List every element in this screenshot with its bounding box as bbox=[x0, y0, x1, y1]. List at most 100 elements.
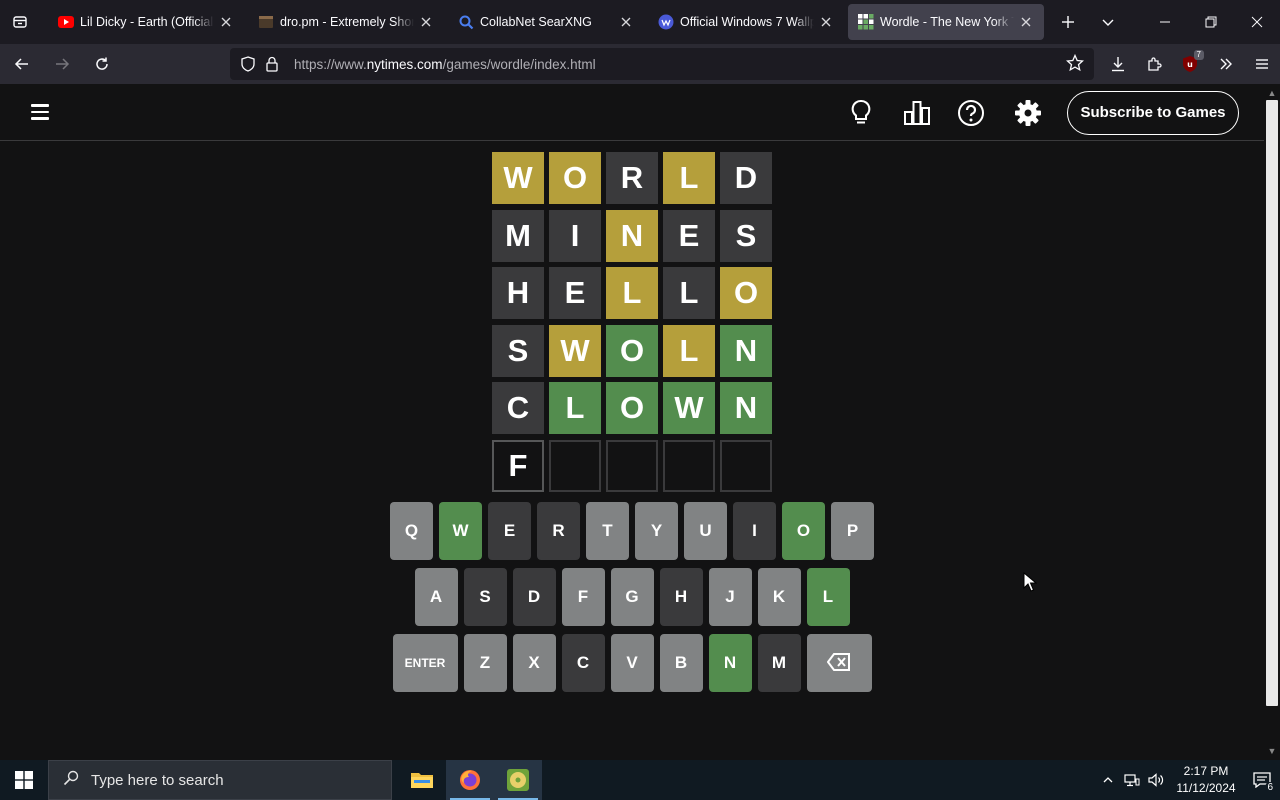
key-p[interactable]: P bbox=[831, 502, 874, 560]
reload-icon[interactable] bbox=[84, 48, 120, 80]
url-bar[interactable]: https://www.nytimes.com/games/wordle/ind… bbox=[230, 48, 1094, 80]
key-i[interactable]: I bbox=[733, 502, 776, 560]
browser-tab[interactable]: dro.pm - Extremely Short URLs bbox=[248, 4, 444, 40]
browser-tab[interactable]: CollabNet SearXNG bbox=[448, 4, 644, 40]
windows-start-icon[interactable] bbox=[0, 760, 48, 800]
browser-nav-bar: https://www.nytimes.com/games/wordle/ind… bbox=[0, 44, 1280, 84]
browser-tab-bar: Lil Dicky - Earth (Official Music Video)… bbox=[0, 0, 1280, 44]
game-board: WORLDMINESHELLOSWOLNCLOWNF bbox=[492, 152, 772, 492]
ublock-shield-icon[interactable]: u 7 bbox=[1172, 48, 1208, 80]
key-y[interactable]: Y bbox=[635, 502, 678, 560]
tab-title: dro.pm - Extremely Short URLs bbox=[280, 15, 414, 29]
key-j[interactable]: J bbox=[708, 568, 752, 626]
key-f[interactable]: F bbox=[561, 568, 605, 626]
scroll-up-arrow-icon[interactable]: ▲ bbox=[1267, 88, 1277, 98]
key-a[interactable]: A bbox=[414, 568, 458, 626]
board-tile: N bbox=[606, 209, 658, 262]
bookmark-star-icon[interactable] bbox=[1065, 53, 1085, 77]
key-l[interactable]: L bbox=[806, 568, 850, 626]
page-scrollbar[interactable]: ▲ ▼ bbox=[1264, 84, 1280, 760]
notification-center-icon[interactable]: 6 bbox=[1244, 760, 1280, 800]
app-menu-icon[interactable] bbox=[1244, 48, 1280, 80]
new-tab-button[interactable] bbox=[1048, 0, 1088, 44]
settings-gear-icon[interactable] bbox=[1010, 96, 1046, 130]
board-tile: L bbox=[549, 382, 601, 435]
browser-tab[interactable]: Wordle - The New York Times bbox=[848, 4, 1044, 40]
hint-lightbulb-icon[interactable] bbox=[843, 96, 879, 130]
key-z[interactable]: Z bbox=[463, 634, 507, 692]
key-o[interactable]: O bbox=[782, 502, 825, 560]
close-tab-icon[interactable] bbox=[618, 14, 634, 30]
key-r[interactable]: R bbox=[537, 502, 580, 560]
key-k[interactable]: K bbox=[757, 568, 801, 626]
taskbar-search-box[interactable]: Type here to search bbox=[48, 760, 392, 800]
backspace-key[interactable] bbox=[806, 634, 872, 692]
lock-icon[interactable] bbox=[262, 54, 282, 74]
board-tile: F bbox=[492, 439, 544, 492]
board-tile: W bbox=[492, 152, 544, 204]
help-question-icon[interactable] bbox=[953, 96, 989, 130]
list-all-tabs-chevron-icon[interactable] bbox=[1088, 0, 1128, 44]
back-arrow-icon[interactable] bbox=[4, 48, 40, 80]
statistics-icon[interactable] bbox=[899, 96, 935, 130]
tab-list-icon[interactable] bbox=[0, 0, 40, 44]
wordle-icon bbox=[858, 14, 874, 30]
key-q[interactable]: Q bbox=[390, 502, 433, 560]
restore-window-icon[interactable] bbox=[1188, 0, 1234, 44]
key-v[interactable]: V bbox=[610, 634, 654, 692]
key-h[interactable]: H bbox=[659, 568, 703, 626]
close-window-icon[interactable] bbox=[1234, 0, 1280, 44]
close-tab-icon[interactable] bbox=[418, 14, 434, 30]
browser-tab[interactable]: Lil Dicky - Earth (Official Music Video) bbox=[48, 4, 244, 40]
media-player-disc-icon[interactable] bbox=[494, 760, 542, 800]
extensions-puzzle-icon[interactable] bbox=[1136, 48, 1172, 80]
key-d[interactable]: D bbox=[512, 568, 556, 626]
board-tile bbox=[720, 439, 772, 492]
key-u[interactable]: U bbox=[684, 502, 727, 560]
more-tools-chevron-icon[interactable] bbox=[1208, 48, 1244, 80]
board-tile: N bbox=[720, 324, 772, 377]
forward-arrow-icon[interactable] bbox=[44, 48, 80, 80]
key-enter[interactable]: ENTER bbox=[392, 634, 458, 692]
scroll-down-arrow-icon[interactable]: ▼ bbox=[1267, 746, 1277, 756]
board-tile: L bbox=[663, 324, 715, 377]
clock-date: 11/12/2024 bbox=[1176, 781, 1236, 795]
close-tab-icon[interactable] bbox=[218, 14, 234, 30]
backspace-icon bbox=[826, 652, 851, 674]
key-s[interactable]: S bbox=[463, 568, 507, 626]
board-tile: N bbox=[720, 382, 772, 435]
minimize-window-icon[interactable] bbox=[1142, 0, 1188, 44]
tab-title: Lil Dicky - Earth (Official Music Video) bbox=[80, 15, 214, 29]
key-b[interactable]: B bbox=[659, 634, 703, 692]
firefox-taskbar-icon[interactable] bbox=[446, 760, 494, 800]
show-hidden-icons-chevron-icon[interactable] bbox=[1096, 760, 1120, 800]
downloads-icon[interactable] bbox=[1100, 48, 1136, 80]
file-explorer-icon[interactable] bbox=[398, 760, 446, 800]
scrollbar-thumb[interactable] bbox=[1266, 100, 1278, 706]
notification-count: 6 bbox=[1265, 782, 1275, 793]
close-tab-icon[interactable] bbox=[818, 14, 834, 30]
board-tile: C bbox=[492, 382, 544, 435]
key-g[interactable]: G bbox=[610, 568, 654, 626]
key-w[interactable]: W bbox=[439, 502, 482, 560]
subscribe-button[interactable]: Subscribe to Games bbox=[1067, 91, 1239, 135]
key-x[interactable]: X bbox=[512, 634, 556, 692]
key-t[interactable]: T bbox=[586, 502, 629, 560]
key-n[interactable]: N bbox=[708, 634, 752, 692]
network-icon[interactable] bbox=[1120, 760, 1144, 800]
key-c[interactable]: C bbox=[561, 634, 605, 692]
key-m[interactable]: M bbox=[757, 634, 801, 692]
taskbar-clock[interactable]: 2:17 PM 11/12/2024 bbox=[1168, 763, 1244, 797]
key-e[interactable]: E bbox=[488, 502, 531, 560]
hamburger-menu-icon[interactable] bbox=[26, 100, 54, 124]
browser-tab[interactable]: Official Windows 7 Wallpapers bbox=[648, 4, 844, 40]
close-tab-icon[interactable] bbox=[1018, 14, 1034, 30]
board-tile: L bbox=[663, 152, 715, 204]
windows-icon bbox=[658, 14, 674, 30]
tracking-protection-shield-icon[interactable] bbox=[238, 54, 258, 74]
board-tile bbox=[663, 439, 715, 492]
board-tile: L bbox=[606, 267, 658, 320]
volume-speaker-icon[interactable] bbox=[1144, 760, 1168, 800]
dropm-icon bbox=[258, 14, 274, 30]
board-tile bbox=[606, 439, 658, 492]
